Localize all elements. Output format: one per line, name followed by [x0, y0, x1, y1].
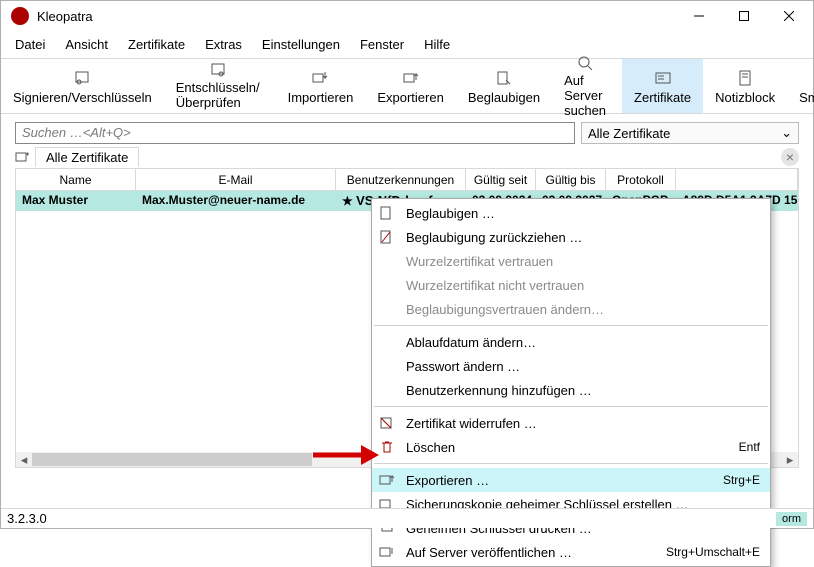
col-email[interactable]: E-Mail — [136, 169, 336, 190]
window-title: Kleopatra — [37, 9, 676, 24]
tool-certs-label: Zertifikate — [634, 90, 691, 105]
maximize-button[interactable] — [721, 2, 766, 30]
search-row: Suchen …<Alt+Q> Alle Zertifikate ⌄ — [1, 114, 813, 146]
scroll-thumb[interactable] — [32, 453, 312, 466]
col-userids[interactable]: Benutzerkennungen — [336, 169, 466, 190]
table-header: Name E-Mail Benutzerkennungen Gültig sei… — [16, 169, 798, 191]
unlock-verify-icon — [207, 62, 229, 78]
trash-icon — [378, 439, 396, 455]
menu-einstellungen[interactable]: Einstellungen — [254, 33, 348, 56]
revoke-cert-icon — [378, 229, 396, 245]
ctx-publish[interactable]: Auf Server veröffentlichen … Strg+Umscha… — [372, 540, 770, 564]
ctx-change-expiry[interactable]: Ablaufdatum ändern… — [372, 330, 770, 354]
ctx-export[interactable]: Exportieren … Strg+E — [372, 468, 770, 492]
tool-smartcards[interactable]: Smartcards — [787, 59, 814, 113]
ctx-distrust-root: Wurzelzertifikat nicht vertrauen — [372, 273, 770, 297]
search-input[interactable]: Suchen …<Alt+Q> — [15, 122, 575, 144]
tool-notes[interactable]: Notizblock — [703, 59, 787, 113]
tool-certify[interactable]: Beglaubigen — [456, 59, 552, 113]
statusbar: 3.2.3.0 orm — [1, 508, 813, 528]
export-icon — [378, 472, 396, 488]
scroll-right-icon[interactable]: ▸ — [782, 452, 798, 467]
ctx-change-trust: Beglaubigungsvertrauen ändern… — [372, 297, 770, 321]
chevron-down-icon: ⌄ — [781, 125, 792, 141]
tool-lookup[interactable]: Auf Server suchen — [552, 59, 618, 113]
ctx-publish-shortcut: Strg+Umschalt+E — [666, 545, 760, 559]
app-logo-icon — [11, 7, 29, 25]
menu-extras[interactable]: Extras — [197, 33, 250, 56]
tool-export[interactable]: Exportieren — [365, 59, 455, 113]
ctx-certify[interactable]: Beglaubigen … — [372, 201, 770, 225]
close-button[interactable] — [766, 2, 811, 30]
scroll-left-icon[interactable]: ◂ — [16, 452, 32, 467]
certify-icon — [493, 68, 515, 88]
tool-notes-label: Notizblock — [715, 90, 775, 105]
menubar: Datei Ansicht Zertifikate Extras Einstel… — [1, 31, 813, 58]
ctx-revoke[interactable]: Zertifikat widerrufen … — [372, 411, 770, 435]
tool-sign-label: Signieren/Verschlüsseln — [13, 90, 152, 105]
tool-import[interactable]: Importieren — [276, 59, 366, 113]
certificate-icon — [652, 68, 674, 88]
menu-hilfe[interactable]: Hilfe — [416, 33, 458, 56]
cell-email: Max.Muster@neuer-name.de — [136, 191, 336, 211]
ctx-separator — [374, 406, 768, 407]
tab-alle-zertifikate[interactable]: Alle Zertifikate — [35, 147, 139, 167]
tab-row: Alle Zertifikate × — [1, 146, 813, 168]
status-version: 3.2.3.0 — [7, 511, 47, 526]
tool-import-label: Importieren — [288, 90, 354, 105]
tool-decrypt[interactable]: Entschlüsseln/Überprüfen — [164, 59, 272, 113]
notepad-icon — [734, 68, 756, 88]
menu-ansicht[interactable]: Ansicht — [57, 33, 116, 56]
publish-icon — [378, 544, 396, 560]
ctx-export-shortcut: Strg+E — [723, 473, 760, 487]
revoke-icon — [378, 415, 396, 431]
menu-zertifikate[interactable]: Zertifikate — [120, 33, 193, 56]
ctx-delete[interactable]: Löschen Entf — [372, 435, 770, 459]
menu-fenster[interactable]: Fenster — [352, 33, 412, 56]
import-icon — [309, 68, 331, 88]
col-fpr[interactable] — [676, 169, 798, 190]
tool-certify-label: Beglaubigen — [468, 90, 540, 105]
filter-combo[interactable]: Alle Zertifikate ⌄ — [581, 122, 799, 144]
tool-export-label: Exportieren — [377, 90, 443, 105]
status-compliance-tag: orm — [776, 512, 807, 526]
col-proto[interactable]: Protokoll — [606, 169, 676, 190]
col-until[interactable]: Gültig bis — [536, 169, 606, 190]
col-since[interactable]: Gültig seit — [466, 169, 536, 190]
ctx-delete-shortcut: Entf — [739, 440, 760, 454]
col-name[interactable]: Name — [16, 169, 136, 190]
tool-decrypt-label: Entschlüsseln/Überprüfen — [176, 80, 260, 110]
close-tab-icon[interactable]: × — [781, 148, 799, 166]
tool-lookup-label: Auf Server suchen — [564, 73, 606, 118]
tool-certs[interactable]: Zertifikate — [622, 59, 703, 113]
tool-sign[interactable]: Signieren/Verschlüsseln — [1, 59, 164, 113]
ctx-trust-root: Wurzelzertifikat vertrauen — [372, 249, 770, 273]
ctx-revoke-cert[interactable]: Beglaubigung zurückziehen … — [372, 225, 770, 249]
ctx-separator — [374, 463, 768, 464]
ctx-separator — [374, 325, 768, 326]
ctx-change-pass[interactable]: Passwort ändern … — [372, 354, 770, 378]
titlebar: Kleopatra — [1, 1, 813, 31]
ctx-add-uid[interactable]: Benutzerkennung hinzufügen … — [372, 378, 770, 402]
filter-combo-value: Alle Zertifikate — [588, 126, 670, 141]
search-server-icon — [574, 55, 596, 71]
cell-name: Max Muster — [16, 191, 136, 211]
menu-datei[interactable]: Datei — [7, 33, 53, 56]
minimize-button[interactable] — [676, 2, 721, 30]
certify-icon — [378, 205, 396, 221]
lock-encrypt-icon — [71, 68, 93, 88]
new-tab-button[interactable] — [11, 147, 33, 167]
tool-smartcards-label: Smartcards — [799, 90, 814, 105]
export-icon — [400, 68, 422, 88]
toolbar: Signieren/Verschlüsseln Entschlüsseln/Üb… — [1, 58, 813, 114]
